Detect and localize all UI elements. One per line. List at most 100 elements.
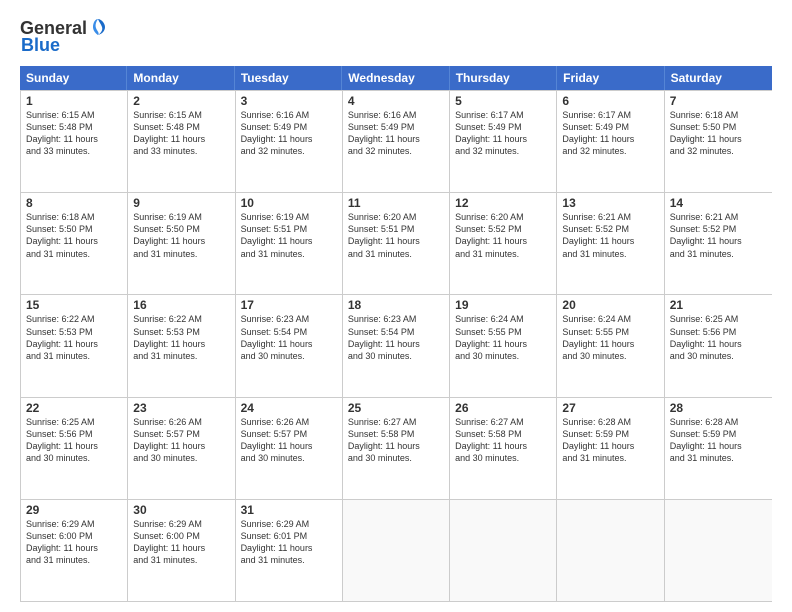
- cal-cell: 2Sunrise: 6:15 AM Sunset: 5:48 PM Daylig…: [128, 91, 235, 192]
- cal-cell: 11Sunrise: 6:20 AM Sunset: 5:51 PM Dayli…: [343, 193, 450, 294]
- day-number: 6: [562, 94, 658, 108]
- header: General Blue: [20, 18, 772, 56]
- cal-cell: 10Sunrise: 6:19 AM Sunset: 5:51 PM Dayli…: [236, 193, 343, 294]
- cal-cell: 20Sunrise: 6:24 AM Sunset: 5:55 PM Dayli…: [557, 295, 664, 396]
- cal-cell: 16Sunrise: 6:22 AM Sunset: 5:53 PM Dayli…: [128, 295, 235, 396]
- cal-cell: 25Sunrise: 6:27 AM Sunset: 5:58 PM Dayli…: [343, 398, 450, 499]
- dow-tuesday: Tuesday: [235, 66, 342, 90]
- cal-cell: 21Sunrise: 6:25 AM Sunset: 5:56 PM Dayli…: [665, 295, 772, 396]
- day-number: 4: [348, 94, 444, 108]
- cal-cell: [557, 500, 664, 601]
- calendar: Sunday Monday Tuesday Wednesday Thursday…: [20, 66, 772, 602]
- day-number: 20: [562, 298, 658, 312]
- cal-cell: 1Sunrise: 6:15 AM Sunset: 5:48 PM Daylig…: [21, 91, 128, 192]
- cal-cell: 4Sunrise: 6:16 AM Sunset: 5:49 PM Daylig…: [343, 91, 450, 192]
- day-info: Sunrise: 6:15 AM Sunset: 5:48 PM Dayligh…: [26, 109, 122, 158]
- cal-cell: 5Sunrise: 6:17 AM Sunset: 5:49 PM Daylig…: [450, 91, 557, 192]
- day-number: 23: [133, 401, 229, 415]
- day-number: 11: [348, 196, 444, 210]
- day-info: Sunrise: 6:18 AM Sunset: 5:50 PM Dayligh…: [670, 109, 767, 158]
- day-number: 26: [455, 401, 551, 415]
- calendar-row: 15Sunrise: 6:22 AM Sunset: 5:53 PM Dayli…: [21, 294, 772, 396]
- day-info: Sunrise: 6:26 AM Sunset: 5:57 PM Dayligh…: [133, 416, 229, 465]
- dow-wednesday: Wednesday: [342, 66, 449, 90]
- day-info: Sunrise: 6:27 AM Sunset: 5:58 PM Dayligh…: [348, 416, 444, 465]
- day-number: 13: [562, 196, 658, 210]
- day-info: Sunrise: 6:29 AM Sunset: 6:00 PM Dayligh…: [26, 518, 122, 567]
- day-number: 5: [455, 94, 551, 108]
- cal-cell: 24Sunrise: 6:26 AM Sunset: 5:57 PM Dayli…: [236, 398, 343, 499]
- day-number: 24: [241, 401, 337, 415]
- cal-cell: 8Sunrise: 6:18 AM Sunset: 5:50 PM Daylig…: [21, 193, 128, 294]
- day-info: Sunrise: 6:23 AM Sunset: 5:54 PM Dayligh…: [348, 313, 444, 362]
- day-info: Sunrise: 6:25 AM Sunset: 5:56 PM Dayligh…: [26, 416, 122, 465]
- day-number: 1: [26, 94, 122, 108]
- cal-cell: 29Sunrise: 6:29 AM Sunset: 6:00 PM Dayli…: [21, 500, 128, 601]
- cal-cell: 15Sunrise: 6:22 AM Sunset: 5:53 PM Dayli…: [21, 295, 128, 396]
- cal-cell: 26Sunrise: 6:27 AM Sunset: 5:58 PM Dayli…: [450, 398, 557, 499]
- calendar-row: 1Sunrise: 6:15 AM Sunset: 5:48 PM Daylig…: [21, 90, 772, 192]
- day-number: 3: [241, 94, 337, 108]
- logo-bird-icon: [89, 17, 107, 39]
- day-number: 25: [348, 401, 444, 415]
- calendar-header: Sunday Monday Tuesday Wednesday Thursday…: [20, 66, 772, 90]
- day-number: 27: [562, 401, 658, 415]
- day-number: 15: [26, 298, 122, 312]
- day-info: Sunrise: 6:28 AM Sunset: 5:59 PM Dayligh…: [562, 416, 658, 465]
- day-number: 9: [133, 196, 229, 210]
- dow-sunday: Sunday: [20, 66, 127, 90]
- dow-thursday: Thursday: [450, 66, 557, 90]
- dow-saturday: Saturday: [665, 66, 772, 90]
- day-info: Sunrise: 6:21 AM Sunset: 5:52 PM Dayligh…: [562, 211, 658, 260]
- day-info: Sunrise: 6:19 AM Sunset: 5:51 PM Dayligh…: [241, 211, 337, 260]
- day-number: 29: [26, 503, 122, 517]
- day-info: Sunrise: 6:24 AM Sunset: 5:55 PM Dayligh…: [562, 313, 658, 362]
- cal-cell: [665, 500, 772, 601]
- cal-cell: 30Sunrise: 6:29 AM Sunset: 6:00 PM Dayli…: [128, 500, 235, 601]
- calendar-body: 1Sunrise: 6:15 AM Sunset: 5:48 PM Daylig…: [20, 90, 772, 602]
- day-number: 7: [670, 94, 767, 108]
- day-number: 31: [241, 503, 337, 517]
- cal-cell: 27Sunrise: 6:28 AM Sunset: 5:59 PM Dayli…: [557, 398, 664, 499]
- day-number: 19: [455, 298, 551, 312]
- day-number: 28: [670, 401, 767, 415]
- logo-blue-label: Blue: [21, 35, 60, 55]
- day-info: Sunrise: 6:28 AM Sunset: 5:59 PM Dayligh…: [670, 416, 767, 465]
- day-info: Sunrise: 6:18 AM Sunset: 5:50 PM Dayligh…: [26, 211, 122, 260]
- cal-cell: [450, 500, 557, 601]
- day-number: 21: [670, 298, 767, 312]
- day-info: Sunrise: 6:20 AM Sunset: 5:51 PM Dayligh…: [348, 211, 444, 260]
- day-info: Sunrise: 6:20 AM Sunset: 5:52 PM Dayligh…: [455, 211, 551, 260]
- cal-cell: 12Sunrise: 6:20 AM Sunset: 5:52 PM Dayli…: [450, 193, 557, 294]
- dow-monday: Monday: [127, 66, 234, 90]
- dow-friday: Friday: [557, 66, 664, 90]
- cal-cell: 22Sunrise: 6:25 AM Sunset: 5:56 PM Dayli…: [21, 398, 128, 499]
- day-number: 14: [670, 196, 767, 210]
- cal-cell: 7Sunrise: 6:18 AM Sunset: 5:50 PM Daylig…: [665, 91, 772, 192]
- day-number: 30: [133, 503, 229, 517]
- cal-cell: 3Sunrise: 6:16 AM Sunset: 5:49 PM Daylig…: [236, 91, 343, 192]
- cal-cell: [343, 500, 450, 601]
- day-info: Sunrise: 6:29 AM Sunset: 6:00 PM Dayligh…: [133, 518, 229, 567]
- day-number: 18: [348, 298, 444, 312]
- day-number: 22: [26, 401, 122, 415]
- logo: General Blue: [20, 18, 107, 56]
- cal-cell: 14Sunrise: 6:21 AM Sunset: 5:52 PM Dayli…: [665, 193, 772, 294]
- day-info: Sunrise: 6:22 AM Sunset: 5:53 PM Dayligh…: [26, 313, 122, 362]
- day-info: Sunrise: 6:19 AM Sunset: 5:50 PM Dayligh…: [133, 211, 229, 260]
- calendar-page: General Blue Sunday Monday Tuesday Wedne…: [0, 0, 792, 612]
- cal-cell: 23Sunrise: 6:26 AM Sunset: 5:57 PM Dayli…: [128, 398, 235, 499]
- cal-cell: 28Sunrise: 6:28 AM Sunset: 5:59 PM Dayli…: [665, 398, 772, 499]
- cal-cell: 13Sunrise: 6:21 AM Sunset: 5:52 PM Dayli…: [557, 193, 664, 294]
- calendar-row: 22Sunrise: 6:25 AM Sunset: 5:56 PM Dayli…: [21, 397, 772, 499]
- day-number: 16: [133, 298, 229, 312]
- day-info: Sunrise: 6:16 AM Sunset: 5:49 PM Dayligh…: [348, 109, 444, 158]
- day-info: Sunrise: 6:17 AM Sunset: 5:49 PM Dayligh…: [455, 109, 551, 158]
- day-info: Sunrise: 6:22 AM Sunset: 5:53 PM Dayligh…: [133, 313, 229, 362]
- cal-cell: 9Sunrise: 6:19 AM Sunset: 5:50 PM Daylig…: [128, 193, 235, 294]
- cal-cell: 19Sunrise: 6:24 AM Sunset: 5:55 PM Dayli…: [450, 295, 557, 396]
- cal-cell: 18Sunrise: 6:23 AM Sunset: 5:54 PM Dayli…: [343, 295, 450, 396]
- day-info: Sunrise: 6:26 AM Sunset: 5:57 PM Dayligh…: [241, 416, 337, 465]
- day-info: Sunrise: 6:27 AM Sunset: 5:58 PM Dayligh…: [455, 416, 551, 465]
- day-number: 2: [133, 94, 229, 108]
